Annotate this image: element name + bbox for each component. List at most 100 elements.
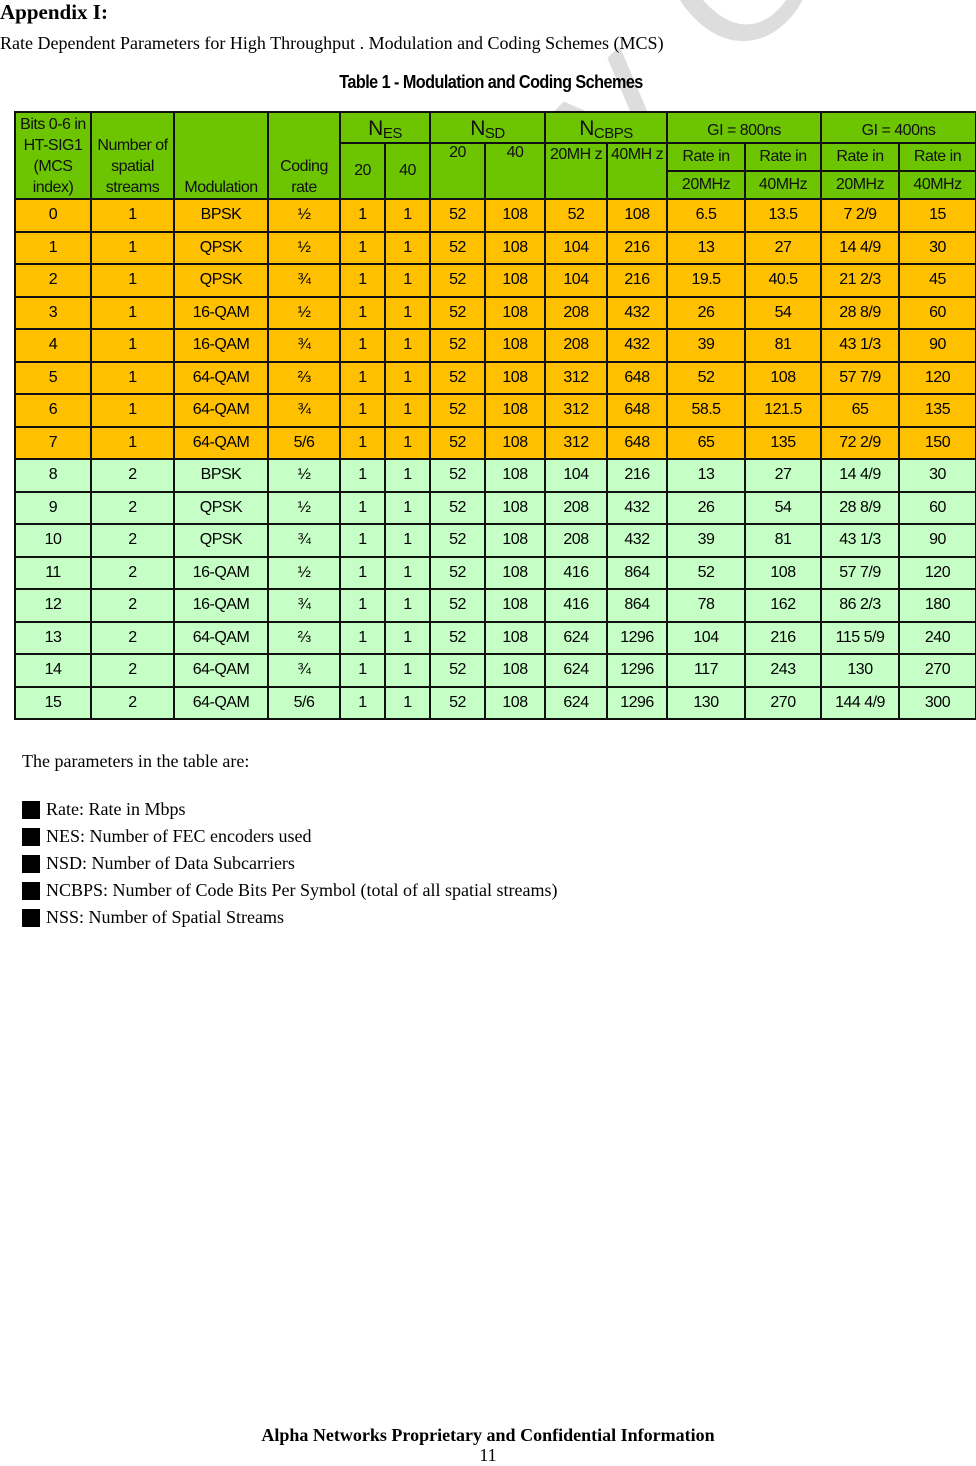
table-row: 7 1 64-QAM 5/6 1 1 52 108 312 648 65 135 72 2/9 150 (14, 425, 976, 460)
cell-ncbps-40mhz: 108 (606, 198, 669, 233)
cell-ncbps-20mhz: 416 (544, 555, 609, 590)
cell-spatial-streams: 2 (90, 653, 175, 688)
cell-nes-20: 1 (339, 555, 386, 590)
cell-gi800-rate-40mhz: 81 (744, 328, 823, 363)
cell-nsd-20: 52 (429, 360, 486, 395)
cell-ncbps-20mhz: 624 (544, 685, 609, 720)
cell-modulation: QPSK (173, 523, 269, 558)
cell-modulation: 64-QAM (173, 425, 269, 460)
cell-gi400-rate-20mhz: 28 8/9 (820, 490, 901, 525)
cell-ncbps-20mhz: 52 (544, 198, 609, 233)
cell-nsd-40: 108 (483, 523, 547, 558)
header-nsd-main: N (470, 117, 485, 140)
header-nsd: NSD (428, 111, 547, 144)
cell-mcs-index: 9 (14, 490, 92, 525)
bullet-square-icon (22, 854, 40, 873)
cell-nsd-40: 108 (483, 230, 547, 265)
cell-gi400-rate-40mhz: 120 (898, 555, 976, 590)
cell-nes-20: 1 (339, 458, 386, 493)
header-ncbps: NCBPS (544, 111, 669, 144)
cell-nes-40: 1 (384, 620, 431, 655)
header-gi-800: GI = 800ns (666, 111, 823, 144)
cell-ncbps-40mhz: 1296 (606, 653, 669, 688)
cell-ncbps-40mhz: 864 (606, 588, 669, 623)
cell-modulation: BPSK (173, 458, 269, 493)
cell-ncbps-40mhz: 1296 (606, 685, 669, 720)
cell-nes-40: 1 (384, 458, 431, 493)
header-gi800-rate-40: Rate in (744, 142, 823, 172)
cell-gi400-rate-40mhz: 90 (898, 523, 976, 558)
table-row: 5 1 64-QAM ⅔ 1 1 52 108 312 648 52 108 57 7/9 120 (14, 360, 976, 395)
header-gi400-40mhz: 40MHz (898, 170, 976, 200)
cell-nsd-40: 108 (483, 295, 547, 330)
cell-gi400-rate-40mhz: 300 (898, 685, 976, 720)
cell-gi800-rate-40mhz: 81 (744, 523, 823, 558)
cell-gi400-rate-40mhz: 150 (898, 425, 976, 460)
cell-gi400-rate-20mhz: 86 2/3 (820, 588, 901, 623)
cell-modulation: BPSK (173, 198, 269, 233)
cell-coding-rate: ¾ (267, 653, 341, 688)
header-gi400-rate-20: Rate in (820, 142, 901, 172)
cell-spatial-streams: 1 (90, 198, 175, 233)
cell-nes-20: 1 (339, 685, 386, 720)
parameter-text: NES: Number of FEC encoders used (46, 826, 312, 846)
cell-nsd-20: 52 (429, 620, 486, 655)
cell-nes-20: 1 (339, 425, 386, 460)
cell-ncbps-40mhz: 1296 (606, 620, 669, 655)
cell-ncbps-20mhz: 312 (544, 360, 609, 395)
cell-ncbps-20mhz: 312 (544, 393, 609, 428)
cell-nsd-40: 108 (483, 458, 547, 493)
cell-spatial-streams: 1 (90, 360, 175, 395)
cell-spatial-streams: 1 (90, 295, 175, 330)
cell-nes-20: 1 (339, 588, 386, 623)
cell-mcs-index: 6 (14, 393, 92, 428)
cell-gi800-rate-20mhz: 117 (666, 653, 747, 688)
parameter-item-ncbps: NCBPS: Number of Code Bits Per Symbol (t… (22, 877, 557, 904)
parameter-text: Rate: Rate in Mbps (46, 799, 186, 819)
cell-ncbps-40mhz: 648 (606, 425, 669, 460)
cell-ncbps-40mhz: 432 (606, 328, 669, 363)
cell-nes-20: 1 (339, 295, 386, 330)
cell-nsd-40: 108 (483, 555, 547, 590)
cell-gi400-rate-20mhz: 7 2/9 (820, 198, 901, 233)
cell-coding-rate: ¾ (267, 328, 341, 363)
header-nsd-40: 40 (483, 142, 547, 200)
cell-gi800-rate-20mhz: 13 (666, 230, 747, 265)
cell-gi800-rate-40mhz: 54 (744, 295, 823, 330)
cell-mcs-index: 1 (14, 230, 92, 265)
header-nes: NES (339, 111, 431, 144)
header-gi-400: GI = 400ns (820, 111, 976, 144)
bullet-square-icon (22, 908, 40, 927)
cell-gi800-rate-20mhz: 39 (666, 523, 747, 558)
header-gi800-40mhz: 40MHz (744, 170, 823, 200)
cell-coding-rate: ¾ (267, 263, 341, 298)
cell-gi400-rate-20mhz: 115 5/9 (820, 620, 901, 655)
cell-spatial-streams: 2 (90, 588, 175, 623)
mcs-table: Bits 0-6 in HT-SIG1 (MCS index) Number o… (14, 111, 976, 720)
header-spatial-streams: Number of spatial streams (90, 111, 175, 200)
cell-nes-40: 1 (384, 230, 431, 265)
table-row: 9 2 QPSK ½ 1 1 52 108 208 432 26 54 28 8/9 60 (14, 490, 976, 525)
cell-gi400-rate-40mhz: 15 (898, 198, 976, 233)
cell-gi800-rate-20mhz: 26 (666, 295, 747, 330)
header-coding-rate: Coding rate (267, 111, 341, 200)
cell-nsd-40: 108 (483, 393, 547, 428)
cell-mcs-index: 4 (14, 328, 92, 363)
cell-gi400-rate-40mhz: 270 (898, 653, 976, 688)
header-nsd-sub: SD (484, 125, 505, 142)
cell-ncbps-20mhz: 312 (544, 425, 609, 460)
cell-nes-40: 1 (384, 425, 431, 460)
cell-gi800-rate-40mhz: 40.5 (744, 263, 823, 298)
cell-spatial-streams: 2 (90, 555, 175, 590)
cell-coding-rate: 5/6 (267, 685, 341, 720)
cell-gi800-rate-40mhz: 270 (744, 685, 823, 720)
cell-nes-40: 1 (384, 328, 431, 363)
header-nsd-20: 20 (429, 142, 486, 200)
cell-gi800-rate-40mhz: 27 (744, 230, 823, 265)
header-nes-20: 20 (339, 142, 386, 200)
cell-spatial-streams: 1 (90, 230, 175, 265)
cell-nes-40: 1 (384, 393, 431, 428)
table-row: 6 1 64-QAM ¾ 1 1 52 108 312 648 58.5 121.5 65 135 (14, 393, 976, 428)
table-row: 2 1 QPSK ¾ 1 1 52 108 104 216 19.5 40.5 21 2/3 45 (14, 263, 976, 298)
cell-coding-rate: ½ (267, 490, 341, 525)
